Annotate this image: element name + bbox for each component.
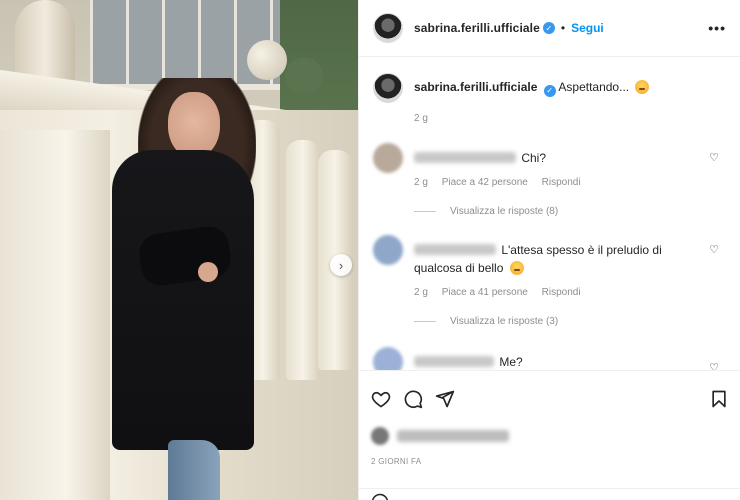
comment-text: Me? bbox=[499, 355, 523, 369]
like-heart-icon[interactable] bbox=[371, 389, 391, 409]
avatar[interactable] bbox=[373, 347, 403, 370]
comment-text: Chi? bbox=[521, 151, 547, 165]
comment-username-blurred[interactable] bbox=[414, 152, 516, 163]
photo-hand bbox=[198, 262, 218, 282]
view-replies-button[interactable]: Visualizza le risposte (8) bbox=[414, 206, 727, 217]
caption-username[interactable]: sabrina.ferilli.ufficiale bbox=[414, 80, 537, 94]
comment-time: 2 g bbox=[414, 177, 428, 188]
likes-summary[interactable] bbox=[371, 427, 509, 445]
comment-username-blurred[interactable] bbox=[414, 356, 494, 367]
post-sidebar: sabrina.ferilli.ufficiale ✓ • Segui ••• … bbox=[358, 0, 740, 500]
like-heart-icon[interactable]: ♡ bbox=[709, 243, 719, 256]
comment-icon[interactable] bbox=[403, 389, 423, 409]
avatar[interactable] bbox=[373, 235, 403, 265]
photo-jeans bbox=[168, 440, 220, 500]
follow-button[interactable]: Segui bbox=[571, 21, 604, 35]
caption-text: Aspettando... bbox=[558, 80, 630, 94]
post-actions: 2 GIORNI FA bbox=[359, 370, 740, 488]
view-replies-button[interactable]: Visualizza le risposte (3) bbox=[414, 316, 727, 327]
photo-pillar bbox=[0, 130, 110, 500]
like-heart-icon[interactable]: ♡ bbox=[709, 151, 719, 164]
bookmark-icon[interactable] bbox=[709, 389, 729, 409]
photo-face bbox=[168, 92, 220, 158]
chevron-right-icon: › bbox=[338, 257, 344, 273]
caption-time: 2 g bbox=[414, 112, 428, 124]
separator-dot: • bbox=[560, 21, 566, 35]
wink-emoji-icon bbox=[509, 261, 524, 275]
comment-likes[interactable]: Piace a 42 persone bbox=[442, 177, 528, 188]
photo-coat bbox=[112, 150, 254, 450]
more-options-icon[interactable]: ••• bbox=[708, 20, 726, 36]
post-date: 2 GIORNI FA bbox=[371, 457, 422, 466]
view-replies-label: Visualizza le risposte (3) bbox=[450, 316, 559, 327]
next-photo-button[interactable]: › bbox=[330, 254, 352, 276]
avatar[interactable] bbox=[373, 73, 403, 103]
avatar[interactable] bbox=[373, 13, 403, 43]
comments-list[interactable]: sabrina.ferilli.ufficiale ✓ Aspettando..… bbox=[359, 57, 740, 370]
replies-divider bbox=[414, 321, 436, 322]
avatar bbox=[371, 427, 389, 445]
reply-button[interactable]: Rispondi bbox=[542, 177, 581, 188]
list-item: Chi? ♡ 2 g Piace a 42 persone Rispondi V… bbox=[373, 143, 727, 217]
likes-text-blurred bbox=[397, 430, 509, 442]
view-replies-label: Visualizza le risposte (8) bbox=[450, 206, 559, 217]
like-heart-icon[interactable]: ♡ bbox=[709, 361, 719, 370]
reply-button[interactable]: Rispondi bbox=[542, 287, 581, 298]
share-send-icon[interactable] bbox=[435, 389, 455, 409]
smile-emoji-icon bbox=[635, 80, 650, 94]
action-icons bbox=[371, 389, 455, 409]
verified-icon: ✓ bbox=[543, 84, 556, 97]
comment-meta: 2 g Piace a 41 persone Rispondi bbox=[414, 287, 727, 298]
comment-likes[interactable]: Piace a 41 persone bbox=[442, 287, 528, 298]
post-caption: sabrina.ferilli.ufficiale ✓ Aspettando..… bbox=[373, 73, 650, 124]
list-item: L'attesa spesso è il preludio di qualcos… bbox=[373, 235, 727, 327]
photo-baluster bbox=[286, 140, 320, 380]
add-comment-bar[interactable] bbox=[359, 488, 740, 500]
photo-window bbox=[90, 0, 280, 90]
post-author-username[interactable]: sabrina.ferilli.ufficiale bbox=[414, 21, 540, 35]
emoji-smile-icon[interactable] bbox=[371, 493, 389, 500]
avatar[interactable] bbox=[373, 143, 403, 173]
comment-username-blurred[interactable] bbox=[414, 244, 496, 255]
comment-time: 2 g bbox=[414, 287, 428, 298]
list-item: Me? ♡ bbox=[373, 347, 727, 370]
post-photo[interactable]: › bbox=[0, 0, 358, 500]
verified-icon: ✓ bbox=[542, 22, 555, 34]
post-header: sabrina.ferilli.ufficiale ✓ • Segui ••• bbox=[359, 0, 740, 57]
photo-stone-ball bbox=[247, 40, 287, 80]
replies-divider bbox=[414, 211, 436, 212]
comment-meta: 2 g Piace a 42 persone Rispondi bbox=[414, 177, 727, 188]
